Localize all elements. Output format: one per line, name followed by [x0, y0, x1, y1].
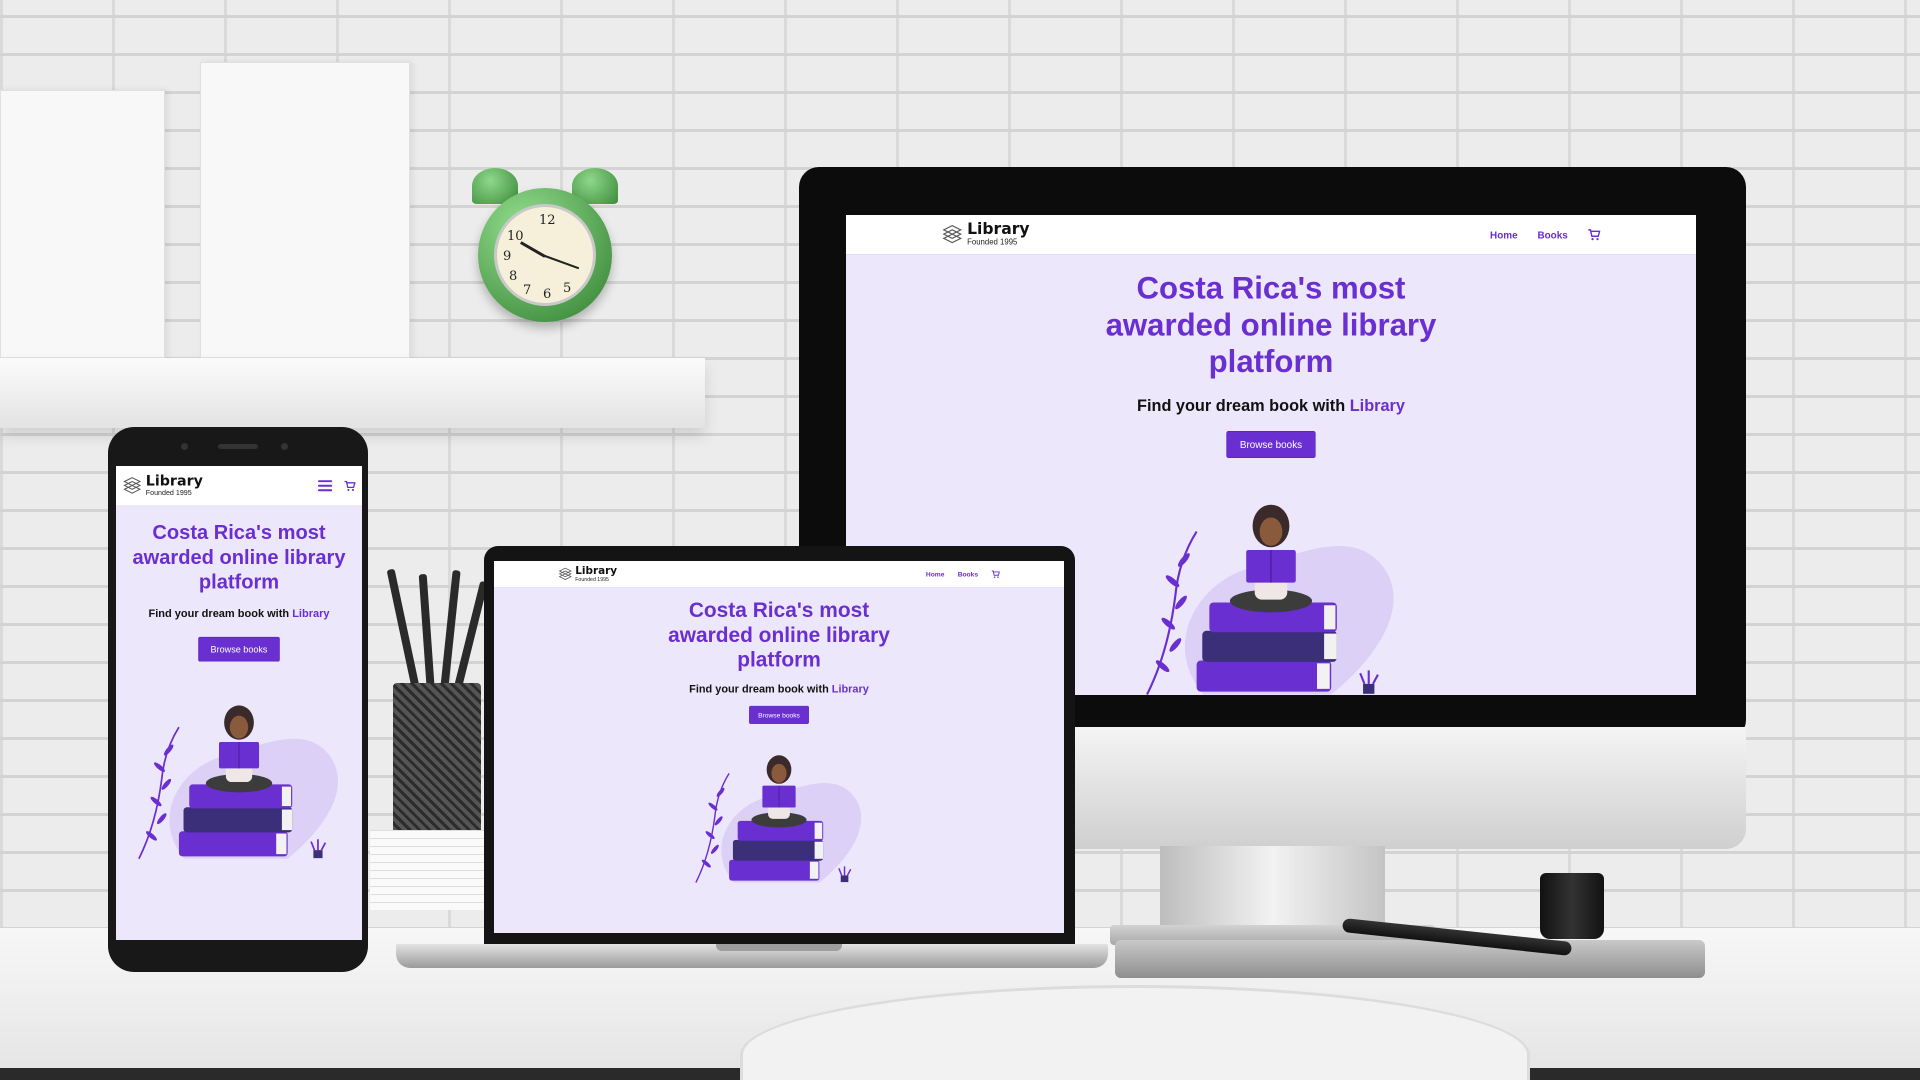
nav-books-link[interactable]: Books [958, 570, 978, 578]
paper-stack [370, 830, 485, 910]
wall-shelf [0, 358, 705, 428]
stacked-books-icon [558, 567, 572, 580]
clock-minute-hand [544, 255, 580, 270]
cart-icon[interactable] [1588, 228, 1601, 241]
nav-home-link[interactable]: Home [926, 570, 944, 578]
reading-girl-illustration [138, 705, 339, 860]
clock-numeral: 12 [539, 213, 556, 228]
phone-sensor [281, 443, 288, 450]
hero-subheading: Find your dream book with Library [846, 396, 1696, 415]
browse-books-button[interactable]: Browse books [749, 705, 809, 724]
laptop-screen: Library Founded 1995 Home Books Costa Ri… [494, 561, 1064, 933]
hero-subheading-accent: Library [1349, 396, 1405, 415]
navbar: Library Founded 1995 Home Books [494, 561, 1064, 588]
clock-numeral: 9 [503, 249, 512, 264]
phone-camera [181, 443, 188, 450]
phone-screen: Library Founded 1995 Costa Rica's most a… [116, 466, 362, 940]
clock-face: 12 10 9 8 7 6 5 [494, 204, 596, 306]
mug [1540, 873, 1604, 939]
reading-girl-illustration [1146, 504, 1394, 695]
clock-hour-hand [520, 241, 546, 258]
clock-numeral: 8 [509, 269, 518, 284]
stacked-books-icon [123, 476, 142, 494]
clock-numeral: 6 [543, 287, 552, 302]
hero-subheading-text: Find your dream book with [1137, 396, 1346, 415]
logo-title: Library [967, 220, 1030, 239]
hero-subheading-text: Find your dream book with [148, 607, 290, 620]
logo-title: Library [145, 473, 203, 490]
hero-headline: Costa Rica's most awarded online library… [1105, 270, 1437, 380]
logo-subtitle: Founded 1995 [145, 489, 192, 498]
hero-subheading-accent: Library [831, 682, 869, 695]
laptop-notch [716, 944, 842, 951]
hero-subheading: Find your dream book with Library [116, 607, 362, 620]
reading-girl-illustration [695, 755, 862, 883]
navbar: Library Founded 1995 [116, 466, 362, 507]
phone-speaker [218, 444, 258, 449]
hero-headline: Costa Rica's most awarded online library… [132, 521, 346, 593]
hamburger-menu-icon[interactable] [317, 480, 333, 492]
website: Library Founded 1995 Home Books Costa Ri… [494, 561, 1064, 884]
cart-icon[interactable] [991, 570, 1000, 579]
hero-subheading-text: Find your dream book with [689, 682, 829, 695]
navbar: Library Founded 1995 Home Books [846, 215, 1696, 255]
website-mobile: Library Founded 1995 Costa Rica's most a… [116, 466, 362, 940]
hero-headline: Costa Rica's most awarded online library… [668, 598, 890, 672]
logo[interactable]: Library Founded 1995 [558, 566, 617, 583]
clock-numeral: 7 [523, 283, 532, 298]
browse-books-button[interactable]: Browse books [198, 636, 280, 662]
logo-subtitle: Founded 1995 [575, 576, 609, 583]
keyboard [1115, 940, 1705, 978]
hero-subheading: Find your dream book with Library [494, 683, 1064, 696]
clock-numeral: 5 [563, 281, 572, 296]
pencil-cup [393, 683, 481, 835]
white-book-left [0, 90, 165, 358]
logo-title: Library [575, 564, 618, 577]
stacked-books-icon [942, 224, 963, 243]
hero: Costa Rica's most awarded online library… [116, 506, 362, 875]
hero-subheading-accent: Library [292, 607, 330, 620]
white-book-right [200, 62, 410, 358]
logo[interactable]: Library Founded 1995 [942, 222, 1030, 247]
alarm-clock: 12 10 9 8 7 6 5 [470, 168, 620, 338]
nav-home-link[interactable]: Home [1490, 229, 1518, 240]
nav-books-link[interactable]: Books [1537, 229, 1567, 240]
hero: Costa Rica's most awarded online library… [494, 588, 1064, 892]
cart-icon[interactable] [344, 480, 356, 492]
browse-books-button[interactable]: Browse books [1226, 431, 1316, 458]
logo-subtitle: Founded 1995 [967, 238, 1018, 247]
logo[interactable]: Library Founded 1995 [122, 473, 203, 498]
